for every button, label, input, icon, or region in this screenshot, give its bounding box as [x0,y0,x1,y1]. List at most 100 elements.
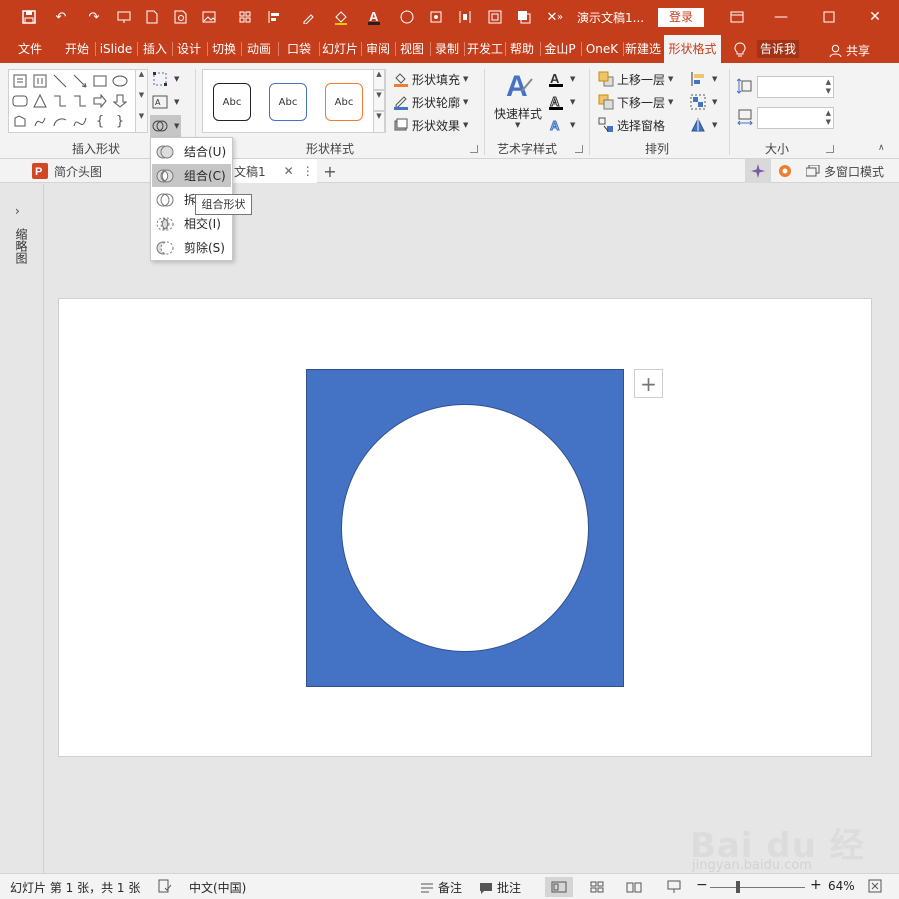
tab-insert[interactable]: 插入 [139,35,171,63]
eyedropper-icon[interactable] [298,6,320,28]
elbow-arrow-connector-icon[interactable] [72,93,88,109]
align-icon[interactable] [263,6,285,28]
size-launcher[interactable] [826,145,834,153]
shape-fill-button[interactable]: 形状填充 ▼ [393,69,468,89]
tab-slideshow[interactable]: 幻灯片 [320,35,360,63]
shape-outline-button[interactable]: 形状轮廓 ▼ [393,92,468,112]
zoom-in-button[interactable]: + [810,877,822,893]
print-preview-icon[interactable] [170,6,192,28]
vertical-textbox-shape-icon[interactable] [32,73,48,89]
share-button[interactable]: 共享 [829,42,870,59]
comments-button[interactable]: 批注 [479,879,521,896]
fit-to-window-icon[interactable] [868,879,882,893]
shape-styles-launcher[interactable] [470,145,478,153]
tab-shape-format[interactable]: 形状格式 [664,35,721,63]
right-brace-shape-icon[interactable]: } [112,113,128,129]
multi-window-mode-button[interactable]: 多窗口模式 [806,159,884,183]
style-sample-2[interactable]: Abc [269,83,307,121]
doctab-intro[interactable]: P 简介头图 [32,159,150,183]
overflow-icon[interactable]: » [549,6,571,28]
tab-record[interactable]: 录制 [431,35,463,63]
group-objects-button[interactable]: ▼ [690,92,717,112]
crop-icon[interactable] [425,6,447,28]
align-objects-button[interactable]: ▼ [690,69,717,89]
grid-icon[interactable] [234,6,256,28]
elbow-connector-icon[interactable] [52,93,68,109]
zoom-level[interactable]: 64% [828,879,855,893]
scribble-shape-icon[interactable] [32,113,48,129]
close-tab-icon[interactable]: ✕ [284,164,294,178]
menu-item-combine[interactable]: 组合(C) [152,164,231,187]
tab-transitions[interactable]: 切换 [208,35,240,63]
style-expand[interactable]: ▼ [373,111,385,133]
style-sample-1[interactable]: Abc [213,83,251,121]
tell-me-search[interactable]: 告诉我 [757,40,800,58]
menu-item-union[interactable]: 结合(U) [152,140,231,163]
shape-width-input[interactable]: ▲ ▼ [757,107,834,129]
normal-view-button[interactable] [545,877,573,897]
rotate-objects-button[interactable]: ▼ [690,115,717,135]
quick-styles-button[interactable]: A 快速样式 ▼ [492,69,544,133]
settings-gear-icon[interactable] [777,163,793,179]
circle-icon[interactable] [396,6,418,28]
bring-forward-button[interactable]: 上移一层 ▼ [598,69,673,89]
freeform-shape-icon[interactable] [12,113,28,129]
slideshow-icon[interactable] [113,6,135,28]
triangle-shape-icon[interactable] [32,93,48,109]
ribbon-display-icon[interactable] [724,6,750,28]
collapse-ribbon-icon[interactable]: ∧ [878,143,885,153]
oval-shape-icon[interactable] [112,73,128,89]
text-effects-button[interactable]: A ▼ [548,115,576,135]
right-arrow-shape-icon[interactable] [92,93,108,109]
reading-view-button[interactable] [620,877,648,897]
lightbulb-icon[interactable] [733,42,747,58]
font-color-icon[interactable]: A [363,6,385,28]
zoom-slider-thumb[interactable] [736,881,740,893]
zoom-out-button[interactable]: − [696,877,708,893]
slide-sorter-view-button[interactable] [583,877,611,897]
gallery-expand[interactable]: ▼ [135,112,147,132]
edit-shape-button[interactable]: ▼ [152,69,179,89]
login-button[interactable]: 登录 [658,8,704,27]
tab-onekey[interactable]: OneK [582,35,622,63]
tab-developer[interactable]: 开发工 [466,35,504,63]
picture-icon[interactable] [198,6,220,28]
line-shape-icon[interactable] [52,73,68,89]
copy-icon[interactable] [513,6,535,28]
rectangle-shape-icon[interactable] [92,73,108,89]
tab-file[interactable]: 文件 [10,35,50,63]
arrow-line-shape-icon[interactable] [72,73,88,89]
text-fill-button[interactable]: A ▼ [548,69,575,89]
text-outline-button[interactable]: A ▼ [548,92,575,112]
distribute-icon[interactable] [454,6,476,28]
text-box-button[interactable]: A ▼ [152,92,179,112]
zoom-slider[interactable] [710,887,805,888]
spellcheck-icon[interactable] [158,879,172,893]
notes-button[interactable]: 备注 [420,879,462,896]
arc-shape-icon[interactable] [52,113,68,129]
selection-pane-button[interactable]: 选择窗格 [598,115,665,135]
tab-home[interactable]: 开始 [60,35,94,63]
tab-new-group[interactable]: 新建选 [624,35,662,63]
merge-shapes-button[interactable]: ▼ [150,115,182,137]
close-icon[interactable]: ✕ [862,6,888,28]
white-circle-shape[interactable] [341,404,589,652]
menu-item-subtract[interactable]: 剪除(S) [152,236,231,259]
tab-islide[interactable]: iSlide [97,35,135,63]
shape-height-input[interactable]: ▲ ▼ [757,76,834,98]
expand-panel-icon[interactable]: › [15,204,20,218]
redo-icon[interactable]: ↷ [83,6,105,28]
shapes-gallery[interactable]: { } ▲ ▼ ▼ [8,69,148,133]
add-element-button[interactable]: + [634,369,663,398]
frame-icon[interactable] [484,6,506,28]
tab-kingsoft[interactable]: 金山P [541,35,579,63]
textbox-shape-icon[interactable] [12,73,28,89]
tab-animations[interactable]: 动画 [242,35,276,63]
fill-bucket-icon[interactable] [330,6,352,28]
tab-pocket[interactable]: 口袋 [280,35,318,63]
style-scroll-up[interactable]: ▲ [373,69,385,90]
menu-item-intersect[interactable]: 相交(I) [152,212,231,235]
tab-design[interactable]: 设计 [173,35,205,63]
tab-review[interactable]: 审阅 [362,35,394,63]
tab-view[interactable]: 视图 [396,35,428,63]
